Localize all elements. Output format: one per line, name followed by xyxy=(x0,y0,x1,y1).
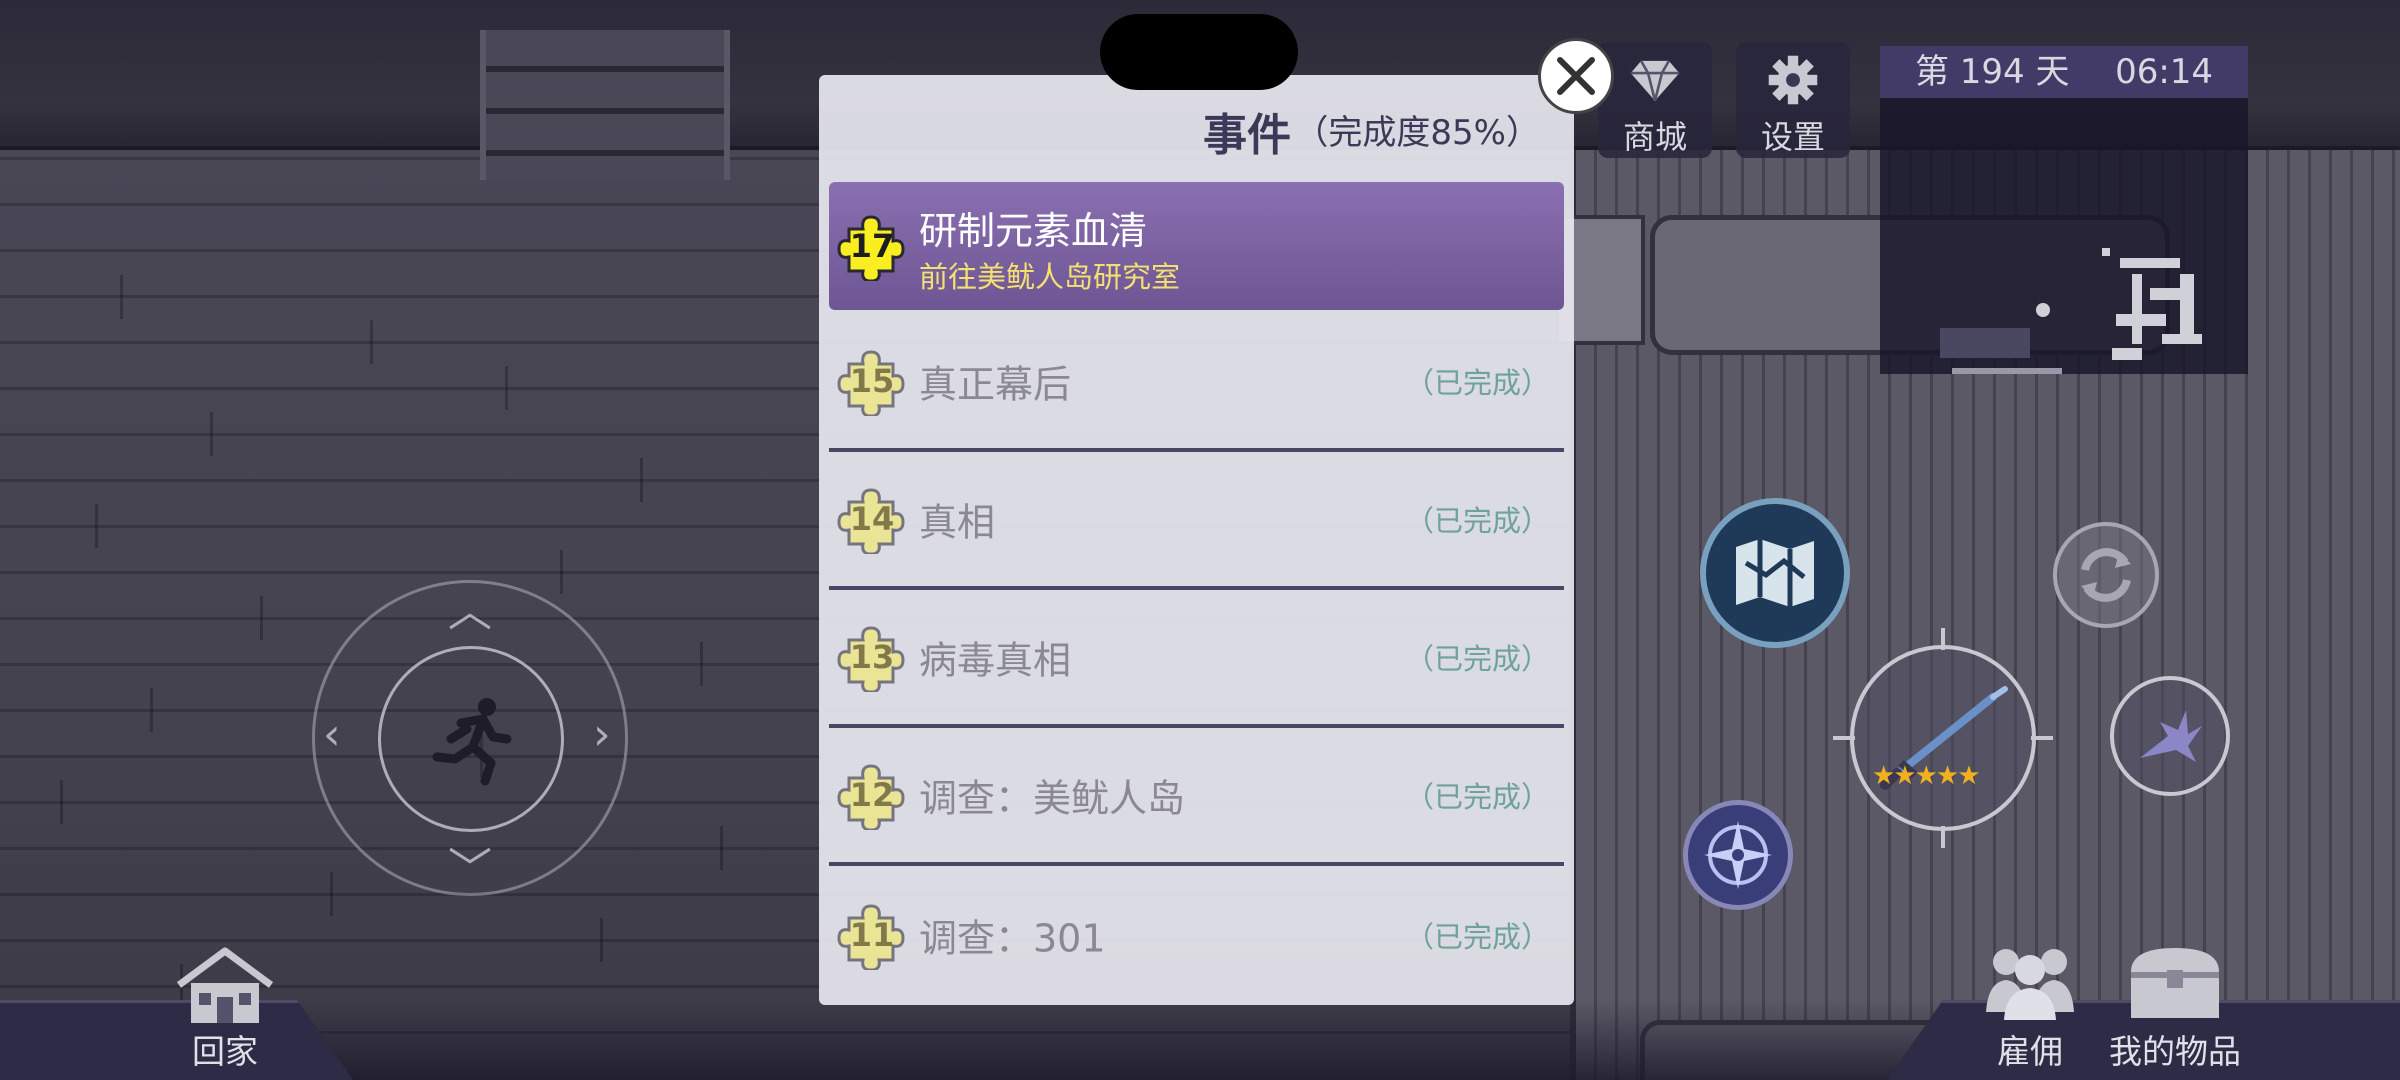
compass-skill-button[interactable] xyxy=(1683,800,1793,910)
event-number: 15 xyxy=(849,362,895,400)
clock-time: 06:14 xyxy=(2115,52,2214,92)
close-dialog-button[interactable] xyxy=(1538,38,1614,114)
home-label: 回家 xyxy=(192,1032,258,1071)
map-button[interactable] xyxy=(1700,498,1850,648)
diamond-icon xyxy=(1630,60,1680,102)
people-icon xyxy=(1986,949,2074,1020)
joystick-down-arrow: ﹀ xyxy=(448,844,492,895)
refresh-button[interactable] xyxy=(2053,522,2159,628)
event-title: 真正幕后 xyxy=(919,362,1072,407)
home-button[interactable]: 回家 xyxy=(165,945,285,1071)
joystick-right-arrow: › xyxy=(593,709,611,760)
event-status: （已完成） xyxy=(1404,920,1550,954)
movement-joystick[interactable]: ︿ ﹀ ‹ › xyxy=(312,580,628,896)
puzzle-icon: 12 xyxy=(837,760,907,832)
day-time-minimap[interactable]: 第 194 天 06:14 xyxy=(1880,46,2248,374)
event-status: （已完成） xyxy=(1404,780,1550,814)
hire-button[interactable]: 雇佣 xyxy=(1972,940,2088,1071)
secondary-weapon-button[interactable] xyxy=(2110,676,2230,796)
spiked-weapon-icon xyxy=(2140,710,2202,762)
event-row[interactable]: 12 调查：美鱿人岛 （已完成） xyxy=(829,728,1564,866)
my-items-label: 我的物品 xyxy=(2109,1032,2241,1071)
compass-icon xyxy=(1704,821,1772,889)
event-title: 研制元素血清 xyxy=(919,209,1148,253)
day-time-display: 第 194 天 06:14 xyxy=(1880,46,2248,98)
puzzle-icon: 17 xyxy=(837,211,907,283)
completion-percentage: （完成度85%） xyxy=(1294,113,1540,153)
settings-label: 设置 xyxy=(1760,118,1825,156)
event-title: 调查：美鱿人岛 xyxy=(919,776,1186,821)
joystick-knob[interactable] xyxy=(378,646,564,832)
event-status: （已完成） xyxy=(1404,504,1550,538)
crosshair xyxy=(1833,628,2053,848)
weapon-star-rating: ★★★★★ xyxy=(1872,761,1981,791)
event-status: （已完成） xyxy=(1404,366,1550,400)
puzzle-icon: 15 xyxy=(837,346,907,418)
shop-label: 商城 xyxy=(1622,118,1687,156)
weapon-attack-button[interactable]: ★★★★★ xyxy=(1833,628,2053,848)
event-dialog: 事件 （完成度85%） 17 研制元素血清 前往美鱿人岛研究室 15 真正幕后 … xyxy=(819,75,1574,1005)
event-number: 14 xyxy=(849,500,895,538)
event-subtitle: 前往美鱿人岛研究室 xyxy=(919,260,1181,294)
event-title: 病毒真相 xyxy=(919,638,1072,683)
close-icon xyxy=(1557,57,1595,95)
event-list: 17 研制元素血清 前往美鱿人岛研究室 15 真正幕后 （已完成） 14 真相 … xyxy=(829,182,1564,1004)
camera-notch xyxy=(1100,14,1298,90)
house-icon xyxy=(176,947,274,1023)
refresh-icon xyxy=(2081,548,2131,602)
event-row[interactable]: 11 调查：301 （已完成） xyxy=(829,866,1564,1004)
event-number: 13 xyxy=(849,638,895,676)
event-row-active[interactable]: 17 研制元素血清 前往美鱿人岛研究室 xyxy=(829,182,1564,310)
chest-icon xyxy=(2131,948,2219,1018)
shop-button[interactable]: 商城 xyxy=(1598,42,1712,158)
joystick-up-arrow: ︿ xyxy=(448,586,492,637)
puzzle-icon: 11 xyxy=(837,900,907,972)
hire-label: 雇佣 xyxy=(1997,1032,2063,1071)
joystick-left-arrow: ‹ xyxy=(323,709,341,760)
event-row[interactable]: 15 真正幕后 （已完成） xyxy=(829,314,1564,452)
event-number: 12 xyxy=(849,776,895,814)
event-title: 调查：301 xyxy=(919,916,1106,961)
event-row[interactable]: 14 真相 （已完成） xyxy=(829,452,1564,590)
map-icon xyxy=(1736,539,1814,607)
my-items-button[interactable]: 我的物品 xyxy=(2100,940,2250,1071)
event-number: 11 xyxy=(849,916,895,954)
event-number: 17 xyxy=(849,227,895,265)
day-counter: 第 194 天 xyxy=(1914,52,2070,92)
event-title: 真相 xyxy=(919,500,996,545)
dialog-title: 事件 xyxy=(1203,110,1291,161)
event-status: （已完成） xyxy=(1404,642,1550,676)
settings-button[interactable]: 设置 xyxy=(1736,42,1850,158)
gear-icon xyxy=(1768,55,1818,105)
minimap[interactable] xyxy=(1880,98,2248,374)
puzzle-icon: 13 xyxy=(837,622,907,694)
event-row[interactable]: 13 病毒真相 （已完成） xyxy=(829,590,1564,728)
puzzle-icon: 14 xyxy=(837,484,907,556)
stairs xyxy=(480,30,730,180)
running-man-icon xyxy=(432,698,512,786)
